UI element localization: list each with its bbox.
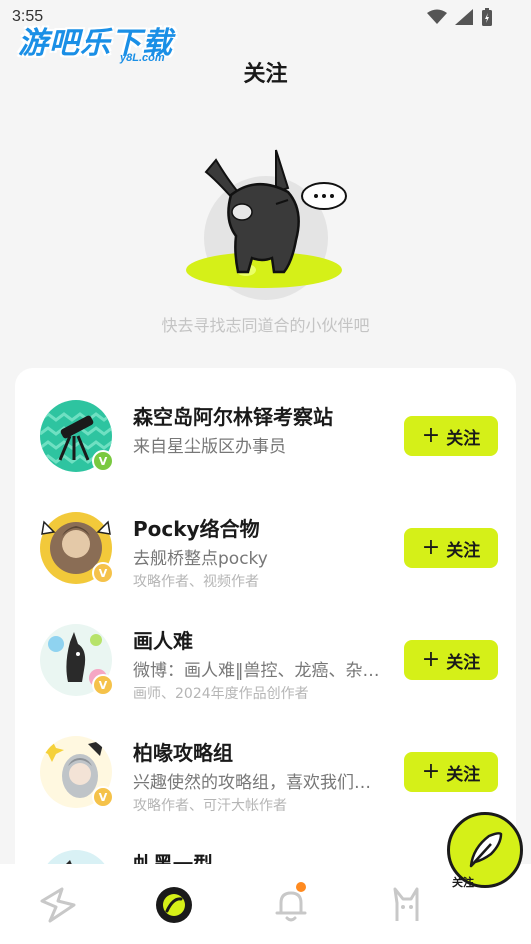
verified-badge: V — [92, 450, 114, 472]
suggested-users-card: V 森空岛阿尔林铎考察站 来自星尘版区办事员 + 关注 V Pocky络合物 去… — [15, 368, 516, 888]
wifi-icon — [427, 9, 447, 24]
page-title: 关注 — [243, 62, 288, 87]
user-bio: 来自星尘版区办事员 — [133, 437, 286, 457]
plus-icon: + — [421, 759, 441, 784]
follow-label: 关注 — [446, 764, 481, 785]
user-bio: 兴趣使然的攻略组，喜欢我们… — [133, 773, 371, 793]
user-tags: 画师、2024年度作品创作者 — [133, 686, 309, 702]
user-name[interactable]: 森空岛阿尔林铎考察站 — [133, 401, 333, 430]
battery-icon — [482, 8, 492, 26]
plus-icon: + — [421, 647, 441, 672]
nav-home[interactable] — [33, 882, 83, 928]
signal-icon — [455, 9, 473, 25]
follow-label: 关注 — [446, 540, 481, 561]
follow-button[interactable]: + 关注 — [404, 640, 498, 680]
avatar[interactable]: V — [40, 400, 114, 472]
suggested-user-row[interactable]: V 画人难 微博：画人难‖兽控、龙癌、杂… 画师、2024年度作品创作者 + 关… — [15, 612, 516, 712]
plus-icon: + — [421, 535, 441, 560]
avatar[interactable]: V — [40, 512, 114, 584]
profile-icon — [393, 887, 419, 921]
discover-icon — [156, 887, 192, 923]
user-name[interactable]: 柏喙攻略组 — [133, 737, 233, 766]
follow-label: 关注 — [446, 428, 481, 449]
avatar[interactable]: V — [40, 736, 114, 808]
verified-badge: V — [92, 674, 114, 696]
verified-badge: V — [92, 786, 114, 808]
user-bio: 微博：画人难‖兽控、龙癌、杂… — [133, 661, 380, 681]
nav-profile[interactable] — [382, 882, 432, 928]
follow-label: 关注 — [446, 652, 481, 673]
follow-button[interactable]: + 关注 — [404, 752, 498, 792]
verified-badge: V — [92, 562, 114, 584]
follow-button[interactable]: + 关注 — [404, 416, 498, 456]
nav-notifications[interactable] — [266, 882, 316, 928]
follow-button[interactable]: + 关注 — [404, 528, 498, 568]
fab-label: 关注 — [452, 876, 474, 889]
home-icon — [40, 887, 76, 923]
user-bio: 去舰桥整点pocky — [133, 549, 268, 569]
suggested-user-row[interactable]: V 柏喙攻略组 兴趣使然的攻略组，喜欢我们… 攻略作者、可汗大帐作者 + 关注 — [15, 724, 516, 824]
user-name[interactable]: Pocky络合物 — [133, 513, 260, 542]
empty-state-hint: 快去寻找志同道合的小伙伴吧 — [161, 316, 370, 335]
user-tags: 攻略作者、可汗大帐作者 — [133, 798, 287, 814]
feather-pen-icon — [469, 832, 503, 868]
user-name[interactable]: 画人难 — [133, 625, 193, 654]
empty-state-mascot — [176, 140, 356, 300]
avatar[interactable]: V — [40, 624, 114, 696]
status-icons — [427, 8, 493, 26]
notification-dot — [296, 882, 306, 892]
suggested-user-row[interactable]: V 森空岛阿尔林铎考察站 来自星尘版区办事员 + 关注 — [15, 388, 516, 488]
bell-icon — [275, 891, 307, 922]
suggested-user-row[interactable]: V Pocky络合物 去舰桥整点pocky 攻略作者、视频作者 + 关注 — [15, 500, 516, 600]
plus-icon: + — [421, 423, 441, 448]
nav-discover[interactable] — [149, 882, 199, 928]
user-tags: 攻略作者、视频作者 — [133, 574, 259, 590]
